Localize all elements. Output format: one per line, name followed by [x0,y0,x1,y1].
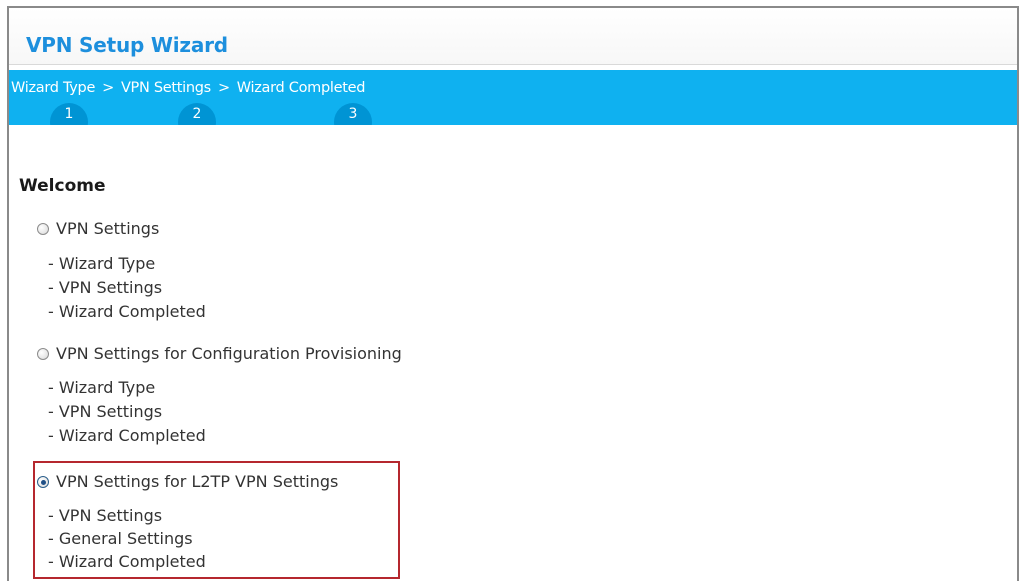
step-label-vpn-settings: VPN Settings [120,80,211,96]
breadcrumb: Wizard Type > VPN Settings > Wizard Complete… [11,80,365,96]
radio-option-label: VPN Settings for L2TP VPN Settings [56,472,339,491]
list-item: - Wizard Completed [48,426,206,445]
radio-button[interactable] [37,223,49,235]
list-item: - VPN Settings [48,402,163,421]
list-item: - Wizard Completed [48,302,206,321]
list-item: - General Settings [48,529,193,548]
page-title: VPN Setup Wizard [26,33,228,57]
radio-option-label: VPN Settings [56,219,160,238]
list-item: - Wizard Completed [48,552,206,571]
step-number-3: 3 [334,103,372,125]
radio-option-label: VPN Settings for Configuration Provision… [56,344,402,363]
step-number-1: 1 [50,103,88,125]
step-label-wizard-type: Wizard Type [11,80,96,96]
wizard-step-bar: Wizard Type > VPN Settings > Wizard Complete… [9,70,1017,125]
step-label-wizard-completed: Wizard Completed [236,80,366,96]
list-item: - VPN Settings [48,506,163,525]
chevron-right-icon: > [217,80,230,96]
list-item: - Wizard Type [48,378,156,397]
wizard-header: VPN Setup Wizard [9,8,1017,65]
section-heading: Welcome [19,176,106,196]
step-number-2: 2 [178,103,216,125]
list-item: - VPN Settings [48,278,163,297]
chevron-right-icon: > [102,80,114,96]
radio-option-vpn-settings[interactable]: VPN Settings [37,219,159,238]
list-item: - Wizard Type [48,254,156,273]
radio-button-checked[interactable] [37,476,49,488]
radio-button[interactable] [37,348,49,360]
radio-option-l2tp-vpn-settings[interactable]: VPN Settings for L2TP VPN Settings [37,472,338,491]
radio-option-config-provisioning[interactable]: VPN Settings for Configuration Provision… [37,344,402,363]
